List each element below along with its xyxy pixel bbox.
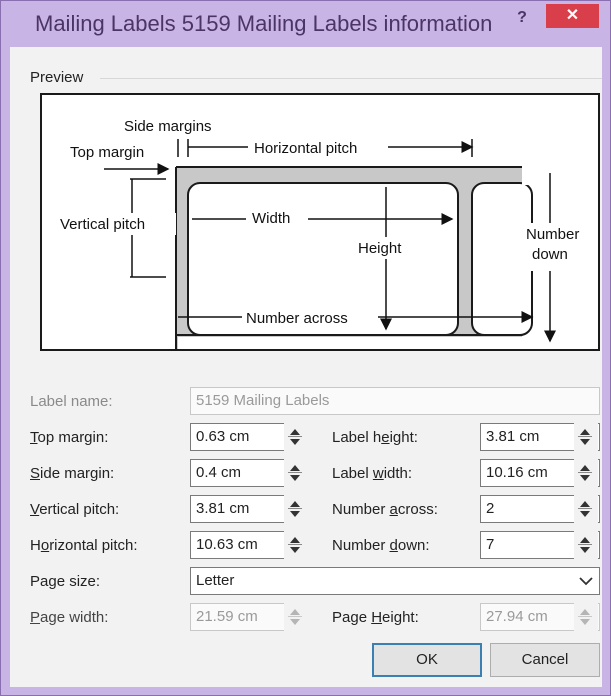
vertical-pitch-label: Vertical pitch:: [30, 501, 120, 518]
dialog-body: Preview Side margins Horizontal pitch To…: [10, 47, 602, 687]
help-button[interactable]: ?: [511, 7, 533, 29]
spin-down-icon[interactable]: [580, 439, 590, 445]
horizontal-pitch-spinner[interactable]: [284, 531, 308, 559]
spin-up-icon[interactable]: [580, 429, 590, 435]
spin-down-icon[interactable]: [290, 511, 300, 517]
number-down-text-2: down: [532, 246, 568, 263]
title-bar[interactable]: Mailing Labels 5159 Mailing Labels infor…: [1, 1, 610, 47]
spin-down-icon[interactable]: [290, 547, 300, 553]
number-across-spinner[interactable]: [574, 495, 598, 523]
width-text: Width: [252, 210, 290, 227]
page-size-label: Page size:: [30, 573, 101, 590]
spin-down-icon[interactable]: [580, 547, 590, 553]
label-name-field: 5159 Mailing Labels: [190, 387, 600, 415]
spin-up-icon: [290, 609, 300, 615]
label-height-spinner[interactable]: [574, 423, 598, 451]
ok-button[interactable]: OK: [372, 643, 482, 677]
chevron-down-icon[interactable]: [574, 567, 598, 595]
spin-down-icon[interactable]: [580, 475, 590, 481]
cancel-button[interactable]: Cancel: [490, 643, 600, 677]
top-margin-label: Top margin:: [30, 429, 109, 446]
preview-divider: [100, 78, 602, 79]
spin-up-icon[interactable]: [290, 429, 300, 435]
label-width-spinner[interactable]: [574, 459, 598, 487]
spin-up-icon[interactable]: [290, 501, 300, 507]
number-across-text: Number across: [246, 310, 348, 327]
spin-up-icon[interactable]: [580, 465, 590, 471]
label-name-label: Label name:: [30, 393, 113, 410]
preview-section-label: Preview: [30, 69, 84, 86]
number-down-text-1: Number: [526, 226, 579, 243]
page-size-select[interactable]: Letter: [190, 567, 600, 595]
vertical-pitch-spinner[interactable]: [284, 495, 308, 523]
spin-down-icon[interactable]: [290, 439, 300, 445]
label-width-label: Label width:: [332, 465, 413, 482]
mailing-labels-dialog: Mailing Labels 5159 Mailing Labels infor…: [0, 0, 611, 696]
spin-up-icon[interactable]: [580, 537, 590, 543]
number-down-spinner[interactable]: [574, 531, 598, 559]
top-margin-spinner[interactable]: [284, 423, 308, 451]
spin-down-icon[interactable]: [290, 475, 300, 481]
dialog-title: Mailing Labels 5159 Mailing Labels infor…: [35, 11, 493, 36]
spin-up-icon: [580, 609, 590, 615]
number-down-label: Number down:: [332, 537, 430, 554]
page-width-label: Page width:: [30, 609, 109, 626]
vertical-pitch-text: Vertical pitch: [60, 216, 145, 233]
spin-down-icon: [290, 619, 300, 625]
side-margin-spinner[interactable]: [284, 459, 308, 487]
label-layout-diagram: Side margins Horizontal pitch Top margin…: [58, 118, 598, 349]
horizontal-pitch-label: Horizontal pitch:: [30, 537, 138, 554]
page-height-spinner: [574, 603, 598, 631]
side-margins-text: Side margins: [124, 118, 212, 135]
side-margin-label: Side margin:: [30, 465, 115, 482]
number-across-label: Number across:: [332, 501, 438, 518]
spin-down-icon[interactable]: [580, 511, 590, 517]
spin-up-icon[interactable]: [580, 501, 590, 507]
label-preview-diagram: Side margins Horizontal pitch Top margin…: [40, 93, 600, 351]
spin-up-icon[interactable]: [290, 537, 300, 543]
label-height-label: Label height:: [332, 429, 418, 446]
page-height-label: Page Height:: [332, 609, 419, 626]
close-button[interactable]: ✕: [546, 4, 599, 28]
top-margin-text: Top margin: [70, 144, 144, 161]
spin-up-icon[interactable]: [290, 465, 300, 471]
spin-down-icon: [580, 619, 590, 625]
page-width-spinner: [284, 603, 308, 631]
height-text: Height: [358, 240, 402, 257]
horizontal-pitch-text: Horizontal pitch: [254, 140, 357, 157]
